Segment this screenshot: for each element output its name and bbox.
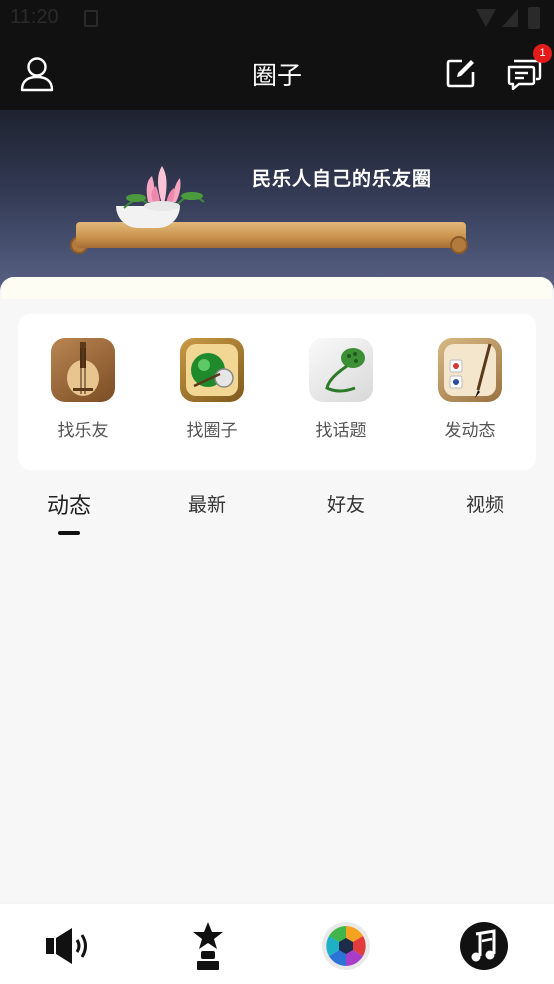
battery-icon bbox=[528, 7, 540, 29]
color-wheel-icon[interactable] bbox=[320, 920, 372, 972]
lotus-pod-icon bbox=[309, 338, 373, 402]
brush-icon bbox=[438, 338, 502, 402]
quick-action-find-circles[interactable]: 找圈子 bbox=[157, 338, 267, 441]
feed-tabs: 动态 最新 好友 视频 bbox=[0, 486, 554, 536]
quick-action-label: 找圈子 bbox=[186, 421, 238, 441]
edit-icon[interactable] bbox=[446, 58, 476, 88]
gong-icon bbox=[180, 338, 244, 402]
quick-action-find-topics[interactable]: 找话题 bbox=[286, 338, 396, 441]
quick-action-label: 找乐友 bbox=[57, 421, 109, 441]
content-sheet-top bbox=[2, 277, 552, 299]
speaker-icon[interactable] bbox=[44, 920, 96, 972]
bottom-nav bbox=[0, 904, 554, 984]
quick-action-label: 发动态 bbox=[444, 421, 496, 441]
sim-card-icon bbox=[84, 10, 98, 27]
wifi-icon bbox=[476, 9, 496, 27]
active-tab-indicator bbox=[58, 531, 80, 535]
message-badge: 1 bbox=[533, 44, 552, 63]
signal-icon bbox=[502, 9, 518, 27]
quick-action-find-friends[interactable]: 找乐友 bbox=[28, 338, 138, 441]
tab-latest[interactable]: 最新 bbox=[138, 490, 276, 517]
lotus-icon bbox=[123, 166, 205, 211]
tray-roll-right bbox=[450, 236, 468, 254]
tab-dynamics[interactable]: 动态 bbox=[0, 488, 138, 520]
status-bar: 11:20 bbox=[0, 0, 554, 38]
status-time: 11:20 bbox=[10, 6, 59, 28]
banner-slogan: 民乐人自己的乐友圈 bbox=[252, 168, 433, 190]
banner[interactable]: 民乐人自己的乐友圈 bbox=[0, 110, 554, 300]
quick-actions-card: 找乐友 找圈子 找话题 发动态 bbox=[18, 314, 536, 470]
music-note-icon[interactable] bbox=[458, 920, 510, 972]
tab-friends[interactable]: 好友 bbox=[277, 490, 415, 517]
pipa-icon bbox=[51, 338, 115, 402]
quick-action-label: 找话题 bbox=[315, 421, 367, 441]
top-bar: 圈子 1 bbox=[0, 38, 554, 110]
tab-videos[interactable]: 视频 bbox=[416, 490, 554, 517]
message-icon[interactable] bbox=[506, 58, 542, 90]
quick-action-post[interactable]: 发动态 bbox=[415, 338, 525, 441]
star-trophy-icon[interactable] bbox=[182, 920, 234, 972]
